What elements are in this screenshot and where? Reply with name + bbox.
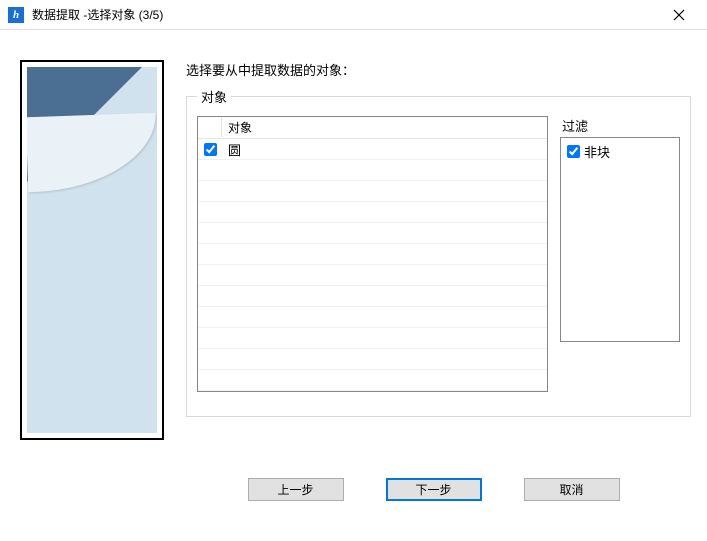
close-icon xyxy=(673,9,685,21)
list-item[interactable]: 非块 xyxy=(567,142,673,161)
filter-list[interactable]: 非块 xyxy=(560,137,680,342)
preview-frame xyxy=(20,60,164,440)
list-item[interactable]: 圆 xyxy=(198,139,547,160)
object-checkbox[interactable] xyxy=(204,143,217,156)
objects-list-header: 对象 xyxy=(198,117,547,139)
objects-header-label: 对象 xyxy=(222,117,547,138)
preview-page-icon xyxy=(27,67,157,433)
objects-group-legend: 对象 xyxy=(197,87,231,106)
close-button[interactable] xyxy=(659,1,699,29)
next-button[interactable]: 下一步 xyxy=(386,478,482,501)
app-icon: h xyxy=(8,7,24,23)
object-label: 圆 xyxy=(222,140,547,159)
titlebar: h 数据提取 -选择对象 (3/5) xyxy=(0,0,707,30)
button-bar: 上一步 下一步 取消 xyxy=(0,470,707,501)
instruction-label: 选择要从中提取数据的对象： xyxy=(186,60,691,79)
window-title: 数据提取 -选择对象 (3/5) xyxy=(32,6,659,23)
filter-label: 过滤 xyxy=(560,116,680,135)
filter-item-label: 非块 xyxy=(584,142,610,161)
objects-group: 对象 对象 圆 xyxy=(186,87,691,417)
filter-checkbox[interactable] xyxy=(567,145,580,158)
preview-pane xyxy=(20,60,164,466)
back-button[interactable]: 上一步 xyxy=(248,478,344,501)
cancel-button[interactable]: 取消 xyxy=(524,478,620,501)
objects-list[interactable]: 对象 圆 xyxy=(197,116,548,392)
